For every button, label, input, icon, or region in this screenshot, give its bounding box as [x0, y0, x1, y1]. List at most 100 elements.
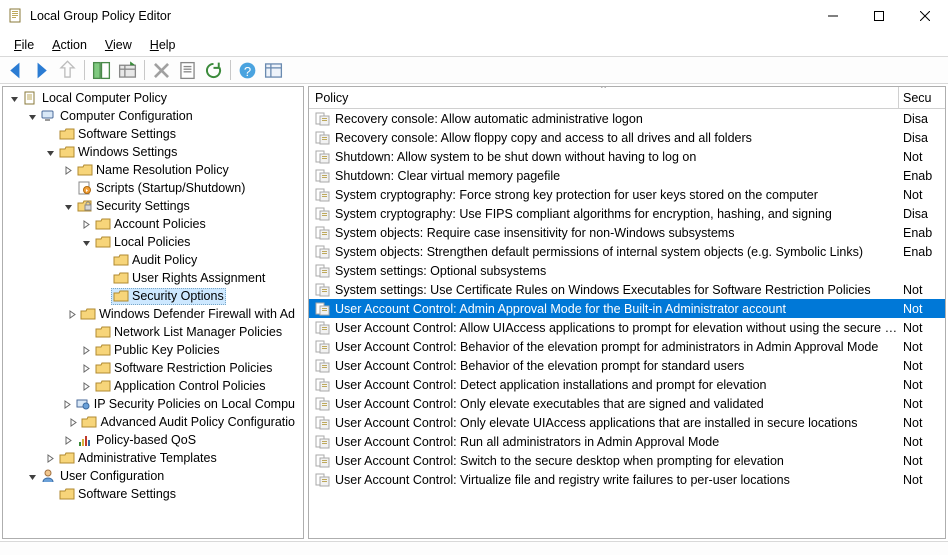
policy-row[interactable]: User Account Control: Only elevate execu…	[309, 394, 945, 413]
chevron-right-icon[interactable]	[62, 400, 73, 409]
tree-pane[interactable]: Local Computer Policy Computer Configurat…	[2, 86, 304, 539]
chevron-right-icon[interactable]	[61, 166, 75, 175]
tree-item[interactable]: Windows Defender Firewall with Ad	[3, 305, 303, 323]
chevron-right-icon[interactable]	[79, 382, 93, 391]
policy-row[interactable]: System settings: Use Certificate Rules o…	[309, 280, 945, 299]
policy-row[interactable]: User Account Control: Behavior of the el…	[309, 356, 945, 375]
tree-item[interactable]: Windows Settings	[3, 143, 303, 161]
policy-row[interactable]: Recovery console: Allow automatic admini…	[309, 109, 945, 128]
status-bar	[0, 541, 948, 555]
chevron-down-icon[interactable]	[25, 472, 39, 481]
policy-row[interactable]: System cryptography: Use FIPS compliant …	[309, 204, 945, 223]
folder-icon	[95, 235, 111, 249]
menu-action[interactable]: Action	[44, 36, 95, 54]
tree-item[interactable]: Audit Policy	[3, 251, 303, 269]
policy-row[interactable]: User Account Control: Detect application…	[309, 375, 945, 394]
up-button[interactable]	[56, 59, 79, 81]
tree-item[interactable]: Administrative Templates	[3, 449, 303, 467]
properties-button[interactable]	[176, 59, 199, 81]
policy-security: Not	[899, 435, 946, 449]
tree-item[interactable]: Advanced Audit Policy Configuratio	[3, 413, 303, 431]
tree-item[interactable]: Public Key Policies	[3, 341, 303, 359]
tree-item[interactable]: Application Control Policies	[3, 377, 303, 395]
policy-row[interactable]: Recovery console: Allow floppy copy and …	[309, 128, 945, 147]
policy-row[interactable]: Shutdown: Allow system to be shut down w…	[309, 147, 945, 166]
policy-security: Not	[899, 302, 946, 316]
folder-icon	[59, 451, 75, 465]
refresh-button[interactable]	[202, 59, 225, 81]
policy-row[interactable]: Shutdown: Clear virtual memory pagefileE…	[309, 166, 945, 185]
chevron-right-icon[interactable]	[79, 220, 93, 229]
close-button[interactable]	[902, 1, 948, 31]
chevron-right-icon[interactable]	[43, 454, 57, 463]
toolbar: ?	[0, 56, 948, 84]
tree-item[interactable]: Software Settings	[3, 485, 303, 503]
policy-name: System cryptography: Use FIPS compliant …	[335, 207, 832, 221]
policy-row[interactable]: System objects: Require case insensitivi…	[309, 223, 945, 242]
help-button[interactable]: ?	[236, 59, 259, 81]
tree-item[interactable]: IP Security Policies on Local Compu	[3, 395, 303, 413]
qos-icon	[77, 433, 93, 447]
column-security[interactable]: Secu	[899, 91, 946, 105]
tree-item[interactable]: Account Policies	[3, 215, 303, 233]
script-icon	[77, 181, 93, 195]
show-hide-tree-button[interactable]	[90, 59, 113, 81]
policy-name: User Account Control: Allow UIAccess app…	[335, 321, 899, 335]
tree-item[interactable]: User Configuration	[3, 467, 303, 485]
menu-file[interactable]: File	[6, 36, 42, 54]
list-pane[interactable]: ˄ Policy Secu Recovery console: Allow au…	[308, 86, 946, 539]
chevron-right-icon[interactable]	[66, 310, 78, 319]
chevron-down-icon[interactable]	[61, 202, 75, 211]
folder-icon	[59, 145, 75, 159]
tree-item-label: Local Computer Policy	[42, 91, 167, 105]
folder-icon	[95, 343, 111, 357]
tree-item[interactable]: Computer Configuration	[3, 107, 303, 125]
chevron-down-icon[interactable]	[25, 112, 39, 121]
tree-item[interactable]: Local Policies	[3, 233, 303, 251]
policy-icon	[315, 169, 331, 183]
policy-row[interactable]: System objects: Strengthen default permi…	[309, 242, 945, 261]
menu-help[interactable]: Help	[142, 36, 184, 54]
tree-item[interactable]: Security Settings	[3, 197, 303, 215]
tree-item[interactable]: User Rights Assignment	[3, 269, 303, 287]
menu-view[interactable]: View	[97, 36, 140, 54]
chevron-right-icon[interactable]	[68, 418, 80, 427]
policy-name: Recovery console: Allow automatic admini…	[335, 112, 643, 126]
chevron-right-icon[interactable]	[79, 364, 93, 373]
tree-item[interactable]: Software Settings	[3, 125, 303, 143]
policy-row[interactable]: System cryptography: Force strong key pr…	[309, 185, 945, 204]
delete-button[interactable]	[150, 59, 173, 81]
policy-row[interactable]: User Account Control: Switch to the secu…	[309, 451, 945, 470]
column-policy[interactable]: ˄ Policy	[309, 87, 899, 108]
policy-security: Disa	[899, 112, 946, 126]
export-list-button[interactable]	[116, 59, 139, 81]
tree-item-label: Windows Defender Firewall with Ad	[99, 307, 295, 321]
tree-item[interactable]: Security Options	[3, 287, 303, 305]
tree-item[interactable]: Scripts (Startup/Shutdown)	[3, 179, 303, 197]
policy-row[interactable]: User Account Control: Virtualize file an…	[309, 470, 945, 489]
tree-item[interactable]: Software Restriction Policies	[3, 359, 303, 377]
folder-icon	[113, 253, 129, 267]
minimize-button[interactable]	[810, 1, 856, 31]
maximize-button[interactable]	[856, 1, 902, 31]
policy-name: Recovery console: Allow floppy copy and …	[335, 131, 752, 145]
tree-item[interactable]: Name Resolution Policy	[3, 161, 303, 179]
chevron-right-icon[interactable]	[61, 436, 75, 445]
filter-button[interactable]	[262, 59, 285, 81]
forward-button[interactable]	[30, 59, 53, 81]
policy-row[interactable]: System settings: Optional subsystems	[309, 261, 945, 280]
chevron-down-icon[interactable]	[7, 94, 21, 103]
policy-row[interactable]: User Account Control: Run all administra…	[309, 432, 945, 451]
back-button[interactable]	[4, 59, 27, 81]
tree-item[interactable]: Policy-based QoS	[3, 431, 303, 449]
policy-row[interactable]: User Account Control: Behavior of the el…	[309, 337, 945, 356]
policy-row[interactable]: User Account Control: Admin Approval Mod…	[309, 299, 945, 318]
chevron-down-icon[interactable]	[79, 238, 93, 247]
chevron-down-icon[interactable]	[43, 148, 57, 157]
chevron-right-icon[interactable]	[79, 346, 93, 355]
policy-row[interactable]: User Account Control: Allow UIAccess app…	[309, 318, 945, 337]
tree-item[interactable]: Local Computer Policy	[3, 89, 303, 107]
tree-item-label: User Configuration	[60, 469, 164, 483]
tree-item[interactable]: Network List Manager Policies	[3, 323, 303, 341]
policy-row[interactable]: User Account Control: Only elevate UIAcc…	[309, 413, 945, 432]
